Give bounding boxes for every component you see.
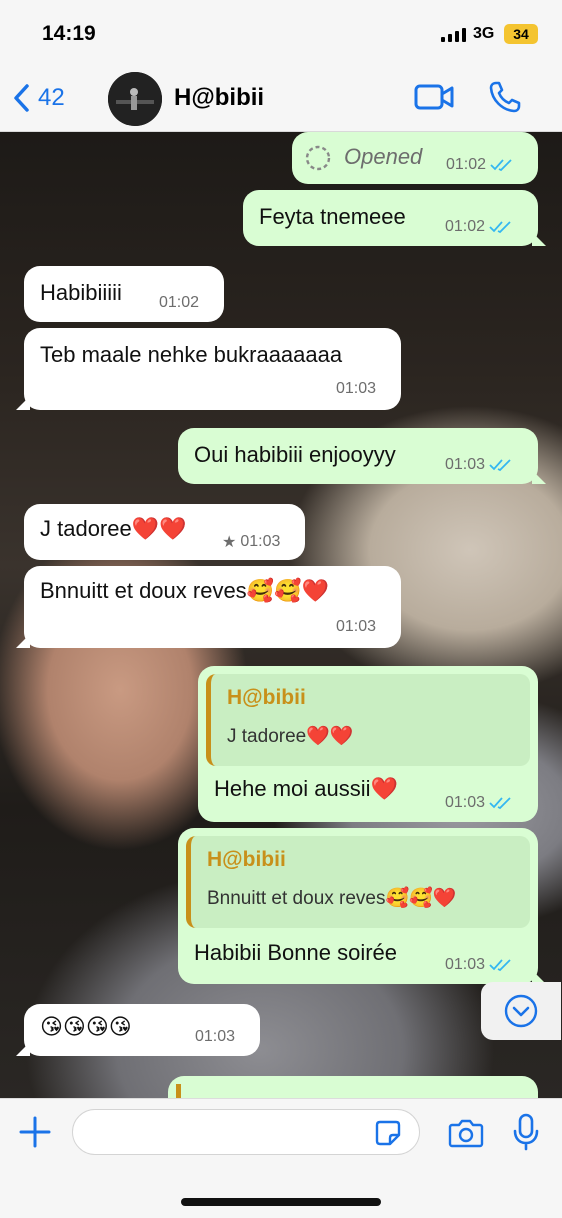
message-time: 01:03 <box>240 533 281 550</box>
message-time: 01:03 <box>336 618 377 635</box>
back-button[interactable]: 42 <box>12 80 65 116</box>
message-bubble-outgoing[interactable]: Opened 01:02 <box>292 132 538 184</box>
message-bubble-incoming[interactable]: Teb maale nehke bukraaaaaaa 01:03 <box>16 328 401 410</box>
message-text: Hehe moi aussii❤️ <box>214 776 398 801</box>
contact-name[interactable]: H@bibii <box>174 84 264 112</box>
compose-bar <box>0 1098 562 1218</box>
microphone-icon[interactable] <box>512 1113 540 1151</box>
message-time: 01:03 <box>336 380 377 397</box>
quote-author: H@bibii <box>227 686 306 709</box>
message-time: 01:03 <box>195 1028 236 1045</box>
status-time: 14:19 <box>42 22 96 45</box>
message-meta: 01:02 <box>159 294 199 312</box>
message-time: 01:03 <box>445 956 486 973</box>
avatar-photo <box>108 72 162 126</box>
quote-text: Bnnuitt et doux reves🥰🥰❤️ <box>207 888 457 909</box>
quote-author: H@bibii <box>207 848 286 871</box>
status-bar: 14:19 3G 34 <box>0 0 562 66</box>
message-meta: 01:03 <box>336 618 376 636</box>
message-meta: 01:03 <box>336 380 376 398</box>
message-meta: 01:02 <box>446 156 514 174</box>
double-check-icon <box>489 459 511 472</box>
message-meta: ★ 01:03 <box>222 532 280 552</box>
message-text: J tadoree❤️❤️ <box>40 516 187 541</box>
message-input[interactable] <box>72 1109 420 1155</box>
message-text: Teb maale nehke bukraaaaaaa <box>40 342 343 367</box>
message-bubble-incoming[interactable]: Habibiiiii 01:02 <box>24 266 224 322</box>
quote-text: J tadoree❤️❤️ <box>227 726 354 747</box>
camera-icon[interactable] <box>448 1117 484 1149</box>
home-indicator <box>181 1198 381 1206</box>
unread-count: 42 <box>38 84 65 111</box>
phone-icon[interactable] <box>488 80 522 114</box>
double-check-icon <box>489 959 511 972</box>
message-time: 01:02 <box>446 156 487 173</box>
quoted-message[interactable]: H@bibii Bnnuitt et doux reves🥰🥰❤️ <box>186 836 530 928</box>
signal-icon <box>441 28 466 42</box>
chevron-left-icon <box>14 84 29 112</box>
plus-icon[interactable] <box>18 1115 52 1149</box>
double-check-icon <box>489 797 511 810</box>
message-bubble-outgoing-reply[interactable]: H@bibii J tadoree❤️❤️ Hehe moi aussii❤️ … <box>198 666 538 822</box>
message-bubble-incoming[interactable]: J tadoree❤️❤️ ★ 01:03 <box>24 504 305 560</box>
network-type: 3G <box>473 25 495 42</box>
message-meta: 01:03 <box>445 956 513 974</box>
message-text: Opened <box>344 144 423 169</box>
message-meta: 01:02 <box>445 218 513 236</box>
message-text: Bnnuitt et doux reves🥰🥰❤️ <box>40 578 329 603</box>
message-bubble-outgoing[interactable]: Oui habibiii enjooyyy 01:03 <box>178 428 546 484</box>
message-bubble-incoming[interactable]: Bnnuitt et doux reves🥰🥰❤️ 01:03 <box>16 566 401 648</box>
message-text: 😘😘😘😘 <box>40 1014 132 1039</box>
message-time: 01:02 <box>159 294 200 311</box>
message-bubble-outgoing[interactable]: Feyta tnemeee 01:02 <box>243 190 546 246</box>
message-text: Oui habibiii enjooyyy <box>194 442 396 467</box>
message-text: Feyta tnemeee <box>259 204 406 229</box>
battery-level: 34 <box>504 24 538 44</box>
opened-icon <box>305 145 331 171</box>
message-text: Habibiiiii <box>40 280 122 305</box>
star-icon: ★ <box>222 534 237 551</box>
chevron-down-icon <box>504 994 538 1028</box>
double-check-icon <box>490 159 512 172</box>
message-text: Habibii Bonne soirée <box>194 940 398 965</box>
message-bubble-incoming[interactable]: 😘😘😘😘 01:03 <box>16 1004 260 1056</box>
video-call-icon[interactable] <box>414 82 454 112</box>
message-meta: 01:03 <box>195 1028 235 1046</box>
message-bubble-outgoing-reply[interactable]: H@bibii Bnnuitt et doux reves🥰🥰❤️ Habibi… <box>178 828 546 984</box>
avatar[interactable] <box>108 72 162 126</box>
message-time: 01:03 <box>445 794 486 811</box>
message-meta: 01:03 <box>445 794 513 812</box>
message-time: 01:03 <box>445 456 486 473</box>
message-meta: 01:03 <box>445 456 513 474</box>
quoted-message[interactable]: H@bibii J tadoree❤️❤️ <box>206 674 530 766</box>
chat-header: 42 H@bibii <box>0 66 562 132</box>
message-time: 01:02 <box>445 218 486 235</box>
scroll-to-bottom-button[interactable] <box>481 982 561 1040</box>
double-check-icon <box>489 221 511 234</box>
sticker-icon[interactable] <box>374 1119 402 1147</box>
